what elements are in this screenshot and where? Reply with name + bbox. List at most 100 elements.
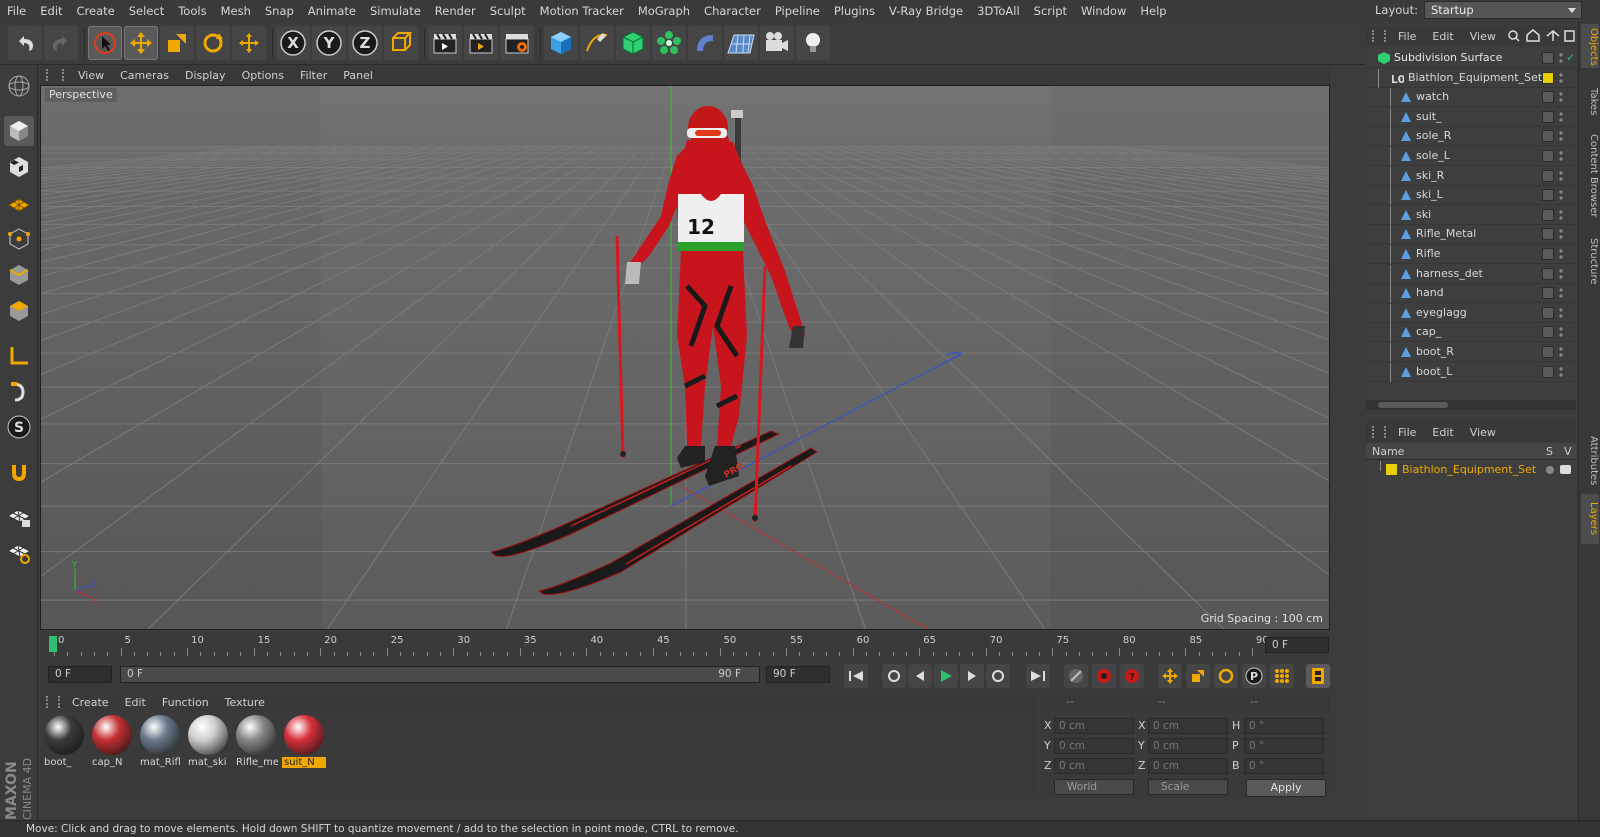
viewport-camera-label[interactable]: Perspective <box>45 88 117 102</box>
enabled-check-icon[interactable]: ✓ <box>1566 51 1575 64</box>
material-menu-texture[interactable]: Texture <box>217 696 273 709</box>
points-mode-button[interactable] <box>4 224 34 254</box>
z-axis-lock-button[interactable]: Z <box>348 26 382 60</box>
render-to-picture-viewer-button[interactable] <box>464 26 498 60</box>
previous-frame-button[interactable] <box>908 664 932 688</box>
pen-spline-button[interactable] <box>580 26 614 60</box>
make-editable-button[interactable] <box>4 71 34 101</box>
layer-menu-grip[interactable] <box>1372 426 1386 438</box>
key-scale-button[interactable] <box>1186 664 1210 688</box>
object-menu-edit[interactable]: Edit <box>1424 30 1461 43</box>
visibility-dots-icon[interactable] <box>1559 365 1563 379</box>
visibility-dots-icon[interactable] <box>1559 227 1563 241</box>
visibility-dots-icon[interactable] <box>1559 345 1563 359</box>
workplane-mode-button[interactable] <box>4 188 34 218</box>
apply-button[interactable]: Apply <box>1246 779 1326 797</box>
menu-file[interactable]: File <box>0 0 33 22</box>
subdivision-surface-button[interactable] <box>616 26 650 60</box>
go-to-end-button[interactable] <box>1026 664 1050 688</box>
start-frame-field[interactable]: 0 F <box>48 666 112 683</box>
menu-edit[interactable]: Edit <box>33 0 69 22</box>
object-layer-toggle[interactable] <box>1542 130 1554 143</box>
object-row[interactable]: cap_ <box>1366 323 1576 343</box>
coord-system-dropdown[interactable]: World <box>1054 779 1134 795</box>
x-axis-lock-button[interactable]: X <box>276 26 310 60</box>
object-row[interactable]: ski_R <box>1366 166 1576 186</box>
object-layer-toggle[interactable] <box>1542 248 1554 260</box>
menu-mesh[interactable]: Mesh <box>214 0 258 22</box>
scale-tool-button[interactable] <box>160 26 194 60</box>
object-row[interactable]: boot_R <box>1366 343 1576 362</box>
object-row[interactable]: Subdivision Surface ✓ <box>1366 49 1576 68</box>
menu-help[interactable]: Help <box>1133 0 1173 22</box>
object-layer-toggle[interactable] <box>1542 365 1554 378</box>
menu-character[interactable]: Character <box>697 0 768 22</box>
layer-visibility-eye-icon[interactable] <box>1560 465 1571 474</box>
material-menu-edit[interactable]: Edit <box>117 696 154 709</box>
tweak-mode-button[interactable] <box>4 377 34 407</box>
visibility-dots-icon[interactable] <box>1559 110 1563 124</box>
viewport-menu-filter[interactable]: Filter <box>292 69 335 82</box>
material-menu-grip[interactable] <box>46 696 60 708</box>
coord-size-field[interactable]: 0 cm <box>1148 738 1228 754</box>
object-row[interactable]: suit_ <box>1366 107 1576 127</box>
coord-size-field[interactable]: 0 cm <box>1148 718 1228 734</box>
object-manager-tools[interactable] <box>1507 28 1575 44</box>
viewport-menu-options[interactable]: Options <box>234 69 292 82</box>
coord-rotation-field[interactable]: 0 ° <box>1244 758 1324 774</box>
key-parameter-button[interactable]: P <box>1242 664 1266 688</box>
material-swatch[interactable]: mat_Rifl <box>138 714 182 772</box>
object-row[interactable]: sole_R <box>1366 127 1576 147</box>
redo-button[interactable] <box>44 26 78 60</box>
side-tab-structure[interactable]: Structure <box>1581 232 1599 290</box>
layer-menu-edit[interactable]: Edit <box>1424 426 1461 439</box>
object-row[interactable]: watch <box>1366 88 1576 108</box>
coord-position-field[interactable]: 0 cm <box>1054 758 1134 774</box>
menu-create[interactable]: Create <box>70 0 122 22</box>
object-row[interactable]: Rifle_Metal <box>1366 225 1576 245</box>
menu-animate[interactable]: Animate <box>301 0 363 22</box>
visibility-dots-icon[interactable] <box>1559 306 1563 320</box>
live-selection-button[interactable] <box>88 26 122 60</box>
viewport-menu-view[interactable]: View <box>70 69 112 82</box>
y-axis-lock-button[interactable]: Y <box>312 26 346 60</box>
layer-row[interactable]: Biathlon_Equipment_Set <box>1366 461 1576 480</box>
coordinate-system-button[interactable] <box>384 26 418 60</box>
axis-mode-button[interactable] <box>4 341 34 371</box>
side-tab-attributes[interactable]: Attributes <box>1581 432 1599 490</box>
visibility-dots-icon[interactable] <box>1559 188 1563 202</box>
coord-mode-dropdown[interactable]: Scale <box>1148 779 1228 795</box>
side-tab-content-browser[interactable]: Content Browser <box>1581 124 1599 228</box>
move-tool-button[interactable] <box>124 26 158 60</box>
rotate-tool-button[interactable] <box>196 26 230 60</box>
key-position-button[interactable] <box>1158 664 1182 688</box>
magnet-button[interactable] <box>4 457 34 487</box>
object-row[interactable]: Rifle <box>1366 245 1576 264</box>
object-layer-toggle[interactable] <box>1542 306 1554 319</box>
layer-solo-toggle[interactable] <box>1546 466 1554 474</box>
visibility-dots-icon[interactable] <box>1559 325 1563 339</box>
layer-menu-view[interactable]: View <box>1462 426 1504 439</box>
menu-snap[interactable]: Snap <box>258 0 301 22</box>
playhead[interactable] <box>49 636 57 652</box>
object-menu-grip[interactable] <box>1372 30 1386 42</box>
record-active-objects-button[interactable] <box>1092 664 1116 688</box>
object-row[interactable]: hand <box>1366 284 1576 304</box>
timeline-ruler[interactable]: 0 5 10 15 20 25 30 35 40 45 50 55 60 65 70 75 80 85 90 0 F <box>40 632 1330 658</box>
next-key-button[interactable] <box>986 664 1010 688</box>
material-menu-function[interactable]: Function <box>154 696 217 709</box>
viewport-menu-display[interactable]: Display <box>177 69 234 82</box>
undo-button[interactable] <box>8 26 42 60</box>
material-swatch[interactable]: boot_ <box>42 714 86 772</box>
timeline-window-button[interactable] <box>1306 664 1330 688</box>
menu-simulate[interactable]: Simulate <box>363 0 428 22</box>
object-layer-toggle[interactable] <box>1542 52 1554 64</box>
object-layer-toggle[interactable] <box>1542 169 1554 182</box>
material-swatch[interactable]: suit_N <box>282 714 326 772</box>
layer-color-swatch[interactable] <box>1386 464 1397 475</box>
menu-plugins[interactable]: Plugins <box>827 0 882 22</box>
layout-dropdown[interactable]: Startup <box>1423 1 1582 19</box>
texture-mode-button[interactable] <box>4 152 34 182</box>
visibility-dots-icon[interactable] <box>1559 169 1563 183</box>
viewport-menu-panel[interactable]: Panel <box>335 69 381 82</box>
